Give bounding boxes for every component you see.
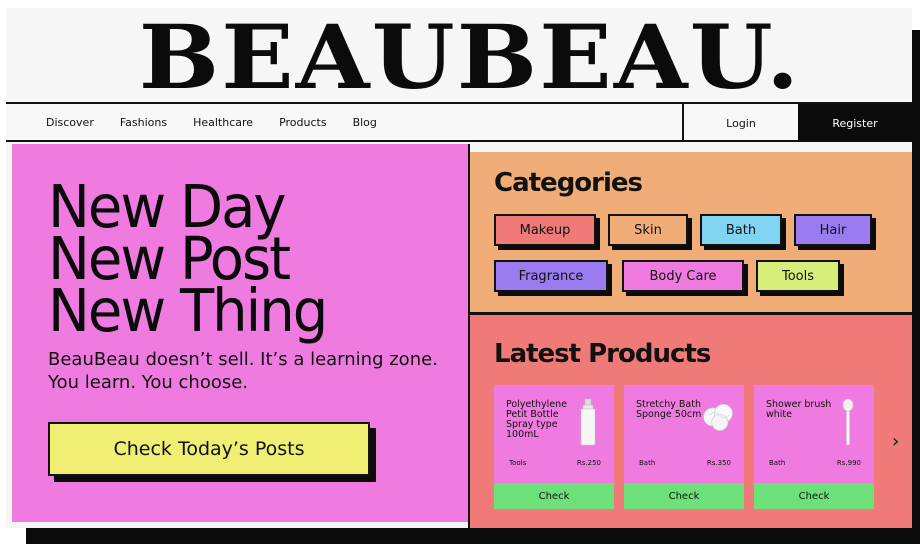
- category-chip-bath[interactable]: Bath: [700, 214, 782, 246]
- category-chip-body-care[interactable]: Body Care: [622, 260, 744, 292]
- chip-bodycare-wrap: Body Care: [622, 260, 748, 296]
- nav-links: Discover Fashions Healthcare Products Bl…: [46, 104, 403, 140]
- bath-sponge-icon: [703, 404, 733, 431]
- chip-hair-wrap: Hair: [794, 214, 876, 250]
- chip-fragrance-wrap: Fragrance: [494, 260, 612, 296]
- product-category: Bath: [769, 459, 786, 467]
- hero-line-3: New Thing: [48, 277, 328, 346]
- spray-bottle-icon: [580, 398, 596, 446]
- latest-products-panel: Latest Products Polyethylene Petit Bottl…: [470, 315, 912, 528]
- product-name: Polyethylene Petit Bottle Spray type 100…: [506, 399, 568, 440]
- chip-bath-wrap: Bath: [700, 214, 786, 250]
- nav-products[interactable]: Products: [279, 116, 327, 129]
- nav-discover[interactable]: Discover: [46, 116, 94, 129]
- category-chip-tools[interactable]: Tools: [756, 260, 840, 292]
- category-chip-fragrance[interactable]: Fragrance: [494, 260, 608, 292]
- right-shadow-bar: [912, 30, 920, 528]
- product-name: Stretchy Bath Sponge 50cm: [636, 399, 702, 420]
- register-button[interactable]: Register: [798, 104, 912, 142]
- hero-panel: New Day New Post New Thing BeauBeau does…: [12, 144, 468, 522]
- latest-products-title: Latest Products: [494, 339, 711, 369]
- top-nav: Discover Fashions Healthcare Products Bl…: [6, 102, 912, 142]
- nav-blog[interactable]: Blog: [353, 116, 377, 129]
- chip-skin-wrap: Skin: [608, 214, 692, 250]
- nav-healthcare[interactable]: Healthcare: [193, 116, 253, 129]
- chip-tools-wrap: Tools: [756, 260, 844, 296]
- shower-brush-icon: [842, 398, 854, 446]
- product-price: Rs.350: [706, 459, 731, 467]
- check-product-button[interactable]: Check: [624, 483, 744, 509]
- category-chip-skin[interactable]: Skin: [608, 214, 688, 246]
- chip-makeup-wrap: Makeup: [494, 214, 600, 250]
- categories-title: Categories: [494, 168, 643, 198]
- bottom-shadow-bar: [26, 528, 920, 544]
- product-name: Shower brush white: [766, 399, 832, 420]
- category-chip-hair[interactable]: Hair: [794, 214, 872, 246]
- check-product-button[interactable]: Check: [754, 483, 874, 509]
- product-card[interactable]: Polyethylene Petit Bottle Spray type 100…: [494, 385, 614, 509]
- brand-logo[interactable]: BEAUBEAU.: [139, 12, 799, 102]
- check-product-button[interactable]: Check: [494, 483, 614, 509]
- hero-description: BeauBeau doesn’t sell. It’s a learning z…: [48, 349, 438, 393]
- login-button[interactable]: Login: [682, 104, 798, 142]
- chevron-right-icon[interactable]: ›: [892, 431, 899, 452]
- product-card[interactable]: Shower brush white Bath Rs.990 Check: [754, 385, 874, 509]
- product-price: Rs.990: [836, 459, 861, 467]
- check-posts-button[interactable]: Check Today’s Posts: [48, 422, 370, 476]
- product-price: Rs.250: [576, 459, 601, 467]
- product-category: Tools: [509, 459, 527, 467]
- product-card[interactable]: Stretchy Bath Sponge 50cm Bath Rs.350 Ch…: [624, 385, 744, 509]
- product-category: Bath: [639, 459, 656, 467]
- categories-panel: Categories Makeup Skin Bath Hair Fragran…: [470, 152, 912, 312]
- category-chip-makeup[interactable]: Makeup: [494, 214, 596, 246]
- nav-fashions[interactable]: Fashions: [120, 116, 167, 129]
